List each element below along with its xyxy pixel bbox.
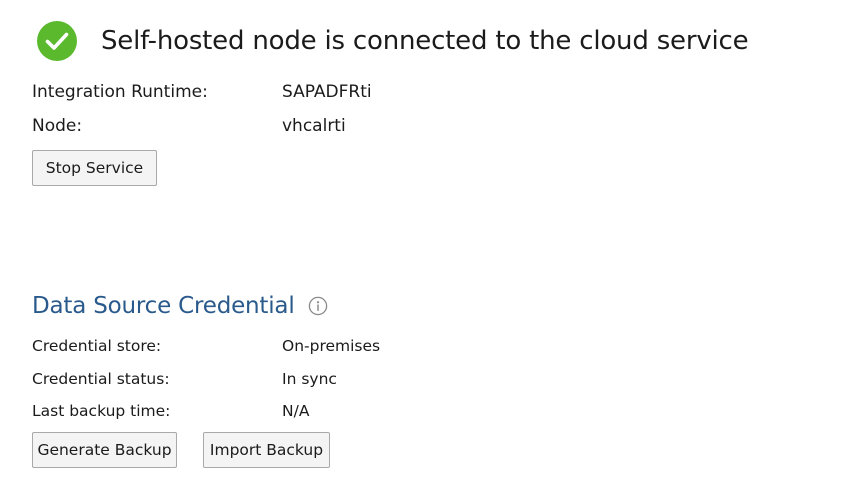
check-circle-icon: [37, 21, 77, 61]
credential-section-header: Data Source Credential: [32, 290, 328, 322]
import-backup-button[interactable]: Import Backup: [203, 432, 330, 468]
credential-status-value: In sync: [282, 370, 337, 388]
integration-runtime-status-page: Self-hosted node is connected to the clo…: [0, 0, 857, 481]
last-backup-time-row: Last backup time: N/A: [32, 399, 309, 423]
section-title: Data Source Credential: [32, 293, 295, 319]
integration-runtime-row: Integration Runtime: SAPADFRti: [32, 80, 372, 104]
stop-service-button[interactable]: Stop Service: [32, 150, 157, 186]
node-value: vhcalrti: [282, 116, 346, 136]
connection-status-header: Self-hosted node is connected to the clo…: [37, 20, 749, 62]
node-label: Node:: [32, 116, 83, 136]
integration-runtime-label: Integration Runtime:: [32, 82, 208, 102]
credential-store-row: Credential store: On-premises: [32, 334, 380, 358]
node-row: Node: vhcalrti: [32, 114, 346, 138]
credential-status-label: Credential status:: [32, 370, 170, 388]
last-backup-time-value: N/A: [282, 402, 310, 420]
integration-runtime-value: SAPADFRti: [282, 82, 372, 102]
credential-store-value: On-premises: [282, 337, 381, 355]
status-title: Self-hosted node is connected to the clo…: [101, 26, 749, 56]
generate-backup-button[interactable]: Generate Backup: [32, 432, 177, 468]
credential-status-row: Credential status: In sync: [32, 367, 337, 391]
last-backup-time-label: Last backup time:: [32, 402, 171, 420]
credential-store-label: Credential store:: [32, 337, 162, 355]
info-icon[interactable]: [308, 296, 328, 316]
